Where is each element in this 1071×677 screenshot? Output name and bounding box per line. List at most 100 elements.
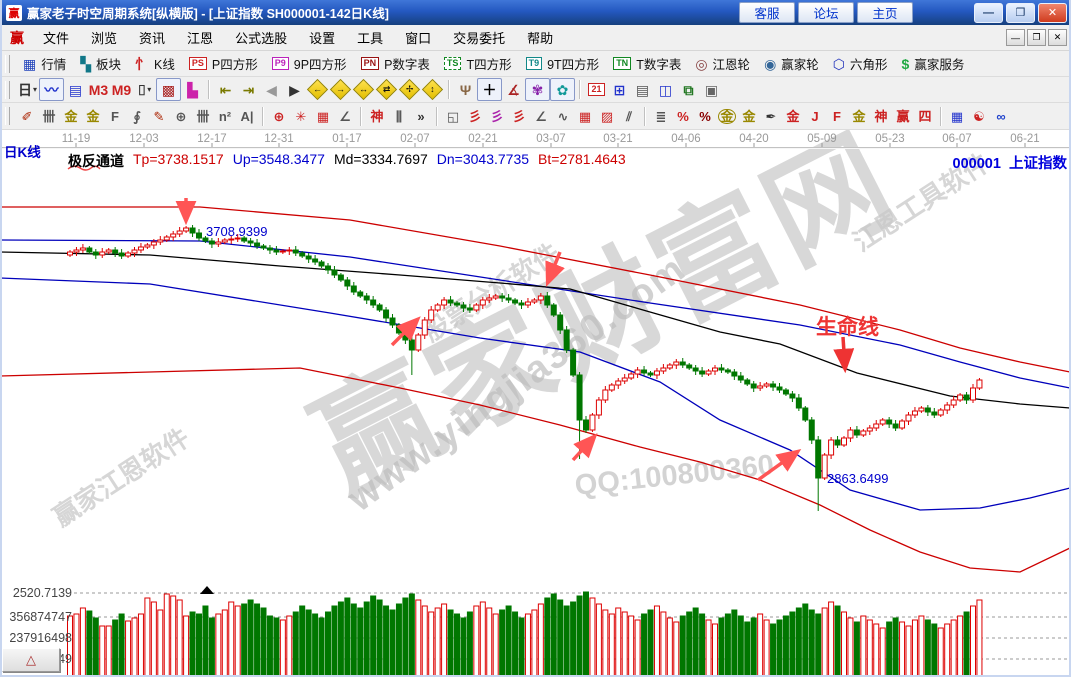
gann-comb-button[interactable]: 卌 [38,106,60,126]
sectors-button[interactable]: ▚ 板块 [73,52,128,75]
plain-comb-button[interactable]: 卌 [192,106,214,126]
hand-tool-button[interactable]: Ψ [454,79,477,100]
gold-comb-1-button[interactable]: 金 [60,106,82,126]
save-button[interactable]: ◫ [654,79,677,100]
net-share-button[interactable]: ⧉ [677,79,700,100]
star-web-button[interactable]: ✳ [290,106,312,126]
angle-marker-button[interactable]: ∡ [502,79,525,100]
spiral-button[interactable]: ∮ [126,106,148,126]
fan-red-button[interactable]: 彡 [464,106,486,126]
menu-item-3[interactable]: 江恩 [176,25,224,50]
nav-first-button[interactable]: ⇤ [214,79,237,100]
p-square-button[interactable]: PS P四方形 [182,52,265,75]
fan-box-red-button[interactable]: 彡 [508,106,530,126]
9t-square-button[interactable]: T9 9T四方形 [519,52,607,75]
quotes-button[interactable]: ▦ 行情 [16,52,73,75]
brain-map-button[interactable]: ✿ [550,78,575,101]
crosshair-tool-button[interactable]: ＋ [477,78,502,101]
gold-lines-button[interactable]: 金 [738,106,760,126]
maximize-button[interactable]: ❐ [1006,2,1035,23]
diamond-vspan-button[interactable]: ↕ [421,78,444,101]
angle-pair-button[interactable]: ∠ [334,106,356,126]
chart-area[interactable]: 赢家财富网 www.yingjia360.com QQ:100800360 赢家… [0,130,1071,677]
menu-item-6[interactable]: 工具 [346,25,394,50]
shen-angle-button[interactable]: 神 [870,106,892,126]
f-comb-button[interactable]: F [104,106,126,126]
printer-button[interactable]: ▣ [700,79,723,100]
grid-cross-button[interactable]: ▦ [574,106,596,126]
volume-expand-button[interactable]: △ [2,648,60,672]
box-ruler-button[interactable]: ◱ [442,106,464,126]
grid-arrow-button[interactable]: ▨ [596,106,618,126]
pen-button[interactable]: ✐ [16,106,38,126]
percent-ruler-button[interactable]: ≣ [650,106,672,126]
kline-button[interactable]: 忄 K线 [128,52,182,75]
homepage-button[interactable]: 主页 [857,2,913,23]
four-angle-button[interactable]: 四 [914,106,936,126]
angle-fan-button[interactable]: ∠ [530,106,552,126]
nav-last-button[interactable]: ⇥ [237,79,260,100]
n2-ruler-button[interactable]: n² [214,106,236,126]
bar-picker-button[interactable]: ⌷ ▾ [133,79,156,100]
memo-button[interactable]: ▤ [631,79,654,100]
infinity-button[interactable]: ∞ [990,106,1012,126]
percent-under-button[interactable]: % [694,106,716,126]
calendar-button[interactable]: 21 [585,79,608,100]
pattern-box-button[interactable]: ▩ [156,78,181,101]
ruler-123-button[interactable]: ⫼ [388,106,410,126]
toolbar-grip[interactable] [5,54,10,73]
trend-wave-button[interactable]: 〰 [39,78,64,101]
f-angle-button[interactable]: F [826,106,848,126]
web-grid-button[interactable]: ▦ [312,106,334,126]
gann-wheel-button[interactable]: ◎ 江恩轮 [688,52,757,75]
menu-item-2[interactable]: 资讯 [128,25,176,50]
diamond-hspan-button[interactable]: ↔ [352,78,375,101]
toolbar-grip[interactable] [5,80,10,99]
period-style-button[interactable]: 日 ▾ [16,79,39,100]
mdi-close-button[interactable]: ✕ [1048,29,1067,46]
gold-wave-button[interactable]: 金 [782,106,804,126]
nav-next-button[interactable]: ▶ [283,79,306,100]
diamond-compress-button[interactable]: ⇄ [375,78,398,101]
menu-item-8[interactable]: 交易委托 [442,25,516,50]
mdi-restore-button[interactable]: ❐ [1027,29,1046,46]
gold-angle-button[interactable]: 金 [848,106,870,126]
t-table-button[interactable]: TN T数字表 [606,52,688,75]
wave-9-button[interactable]: M9 [110,79,133,100]
minimize-button[interactable]: — [974,2,1003,23]
diamond-left-button[interactable]: ← [306,78,329,101]
menu-item-5[interactable]: 设置 [298,25,346,50]
menu-item-0[interactable]: 文件 [32,25,80,50]
ink-pen-button[interactable]: ✒ [760,106,782,126]
shen-ruler-button[interactable]: 神 [366,106,388,126]
mdi-minimize-button[interactable]: — [1006,29,1025,46]
wave-3-button[interactable]: M3 [87,79,110,100]
marker-pen-button[interactable]: ✎ [148,106,170,126]
toolbar-grip[interactable] [5,107,10,125]
calculator-button[interactable]: ⊞ [608,79,631,100]
win-angle-button[interactable]: 赢 [892,106,914,126]
9p-square-button[interactable]: P9 9P四方形 [265,52,354,75]
percent-red-button[interactable]: % [672,106,694,126]
slant-lines-button[interactable]: ⫽ [618,106,640,126]
diamond-expand-button[interactable]: ✢ [398,78,421,101]
expand-more-button[interactable]: » [410,106,432,126]
hexagon-button[interactable]: ⬡ 六角形 [826,52,895,75]
forum-button[interactable]: 论坛 [798,2,854,23]
p-table-button[interactable]: PN P数字表 [354,52,437,75]
wave-check-button[interactable]: ∿ [552,106,574,126]
fan-box-magenta-button[interactable]: 彡 [486,106,508,126]
gold-circle-button[interactable]: 金 [716,106,738,126]
nav-prev-button[interactable]: ◀ [260,79,283,100]
cycle-ruler-button[interactable]: ⊕ [170,106,192,126]
diamond-right-button[interactable]: → [329,78,352,101]
winner-wheel-button[interactable]: ◉ 赢家轮 [757,52,826,75]
yinyang-button[interactable]: ☯ [968,106,990,126]
menu-item-4[interactable]: 公式选股 [224,25,298,50]
j-angle-button[interactable]: J [804,106,826,126]
close-button[interactable]: ✕ [1038,2,1067,23]
color-histogram-button[interactable]: ▙ [181,79,204,100]
kline-chart-canvas[interactable] [0,130,1071,677]
info-list-button[interactable]: ▤ [64,79,87,100]
menu-item-9[interactable]: 帮助 [516,25,564,50]
